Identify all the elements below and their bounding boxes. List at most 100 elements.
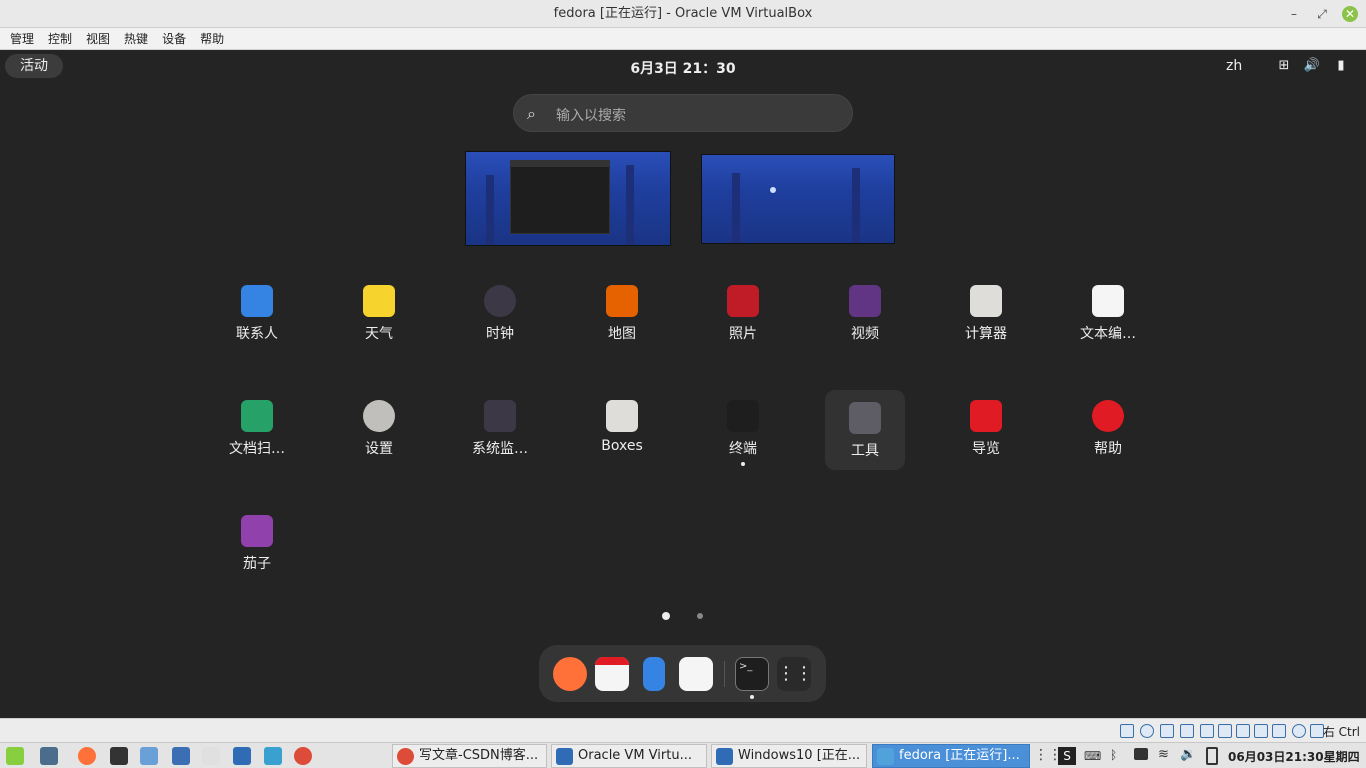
- app-text-editor[interactable]: 文本编…: [1048, 273, 1168, 355]
- files-launcher-icon[interactable]: [140, 747, 158, 765]
- clock-icon: [484, 285, 516, 317]
- wifi-icon[interactable]: ≋: [1158, 747, 1169, 762]
- app-utilities-folder[interactable]: 工具: [825, 390, 905, 470]
- page-indicator-active[interactable]: [662, 612, 670, 620]
- app-label: 系统监…: [472, 441, 528, 457]
- minimize-button[interactable]: –: [1286, 6, 1302, 22]
- speaker-icon[interactable]: 🔉: [1180, 747, 1196, 762]
- app-label: 茄子: [243, 556, 271, 572]
- vt-x-icon[interactable]: [1272, 724, 1286, 738]
- battery-tray-icon[interactable]: [1206, 747, 1218, 765]
- java-launcher-icon[interactable]: [202, 747, 220, 765]
- firefox-icon[interactable]: [553, 657, 587, 691]
- app-label: 文本编…: [1080, 326, 1136, 342]
- windows-vm-launcher-icon[interactable]: [233, 747, 251, 765]
- maps-icon: [606, 285, 638, 317]
- menu-help[interactable]: 帮助: [200, 28, 224, 49]
- firefox-launcher-icon[interactable]: [78, 747, 96, 765]
- menu-hotkeys[interactable]: 热键: [124, 28, 148, 49]
- input-language-indicator[interactable]: zh: [1226, 58, 1242, 74]
- restore-button[interactable]: ⤢: [1314, 6, 1330, 22]
- close-button[interactable]: ✕: [1342, 6, 1358, 22]
- task-fedora-vm[interactable]: fedora [正在运行]...: [872, 744, 1030, 768]
- terminal-window-thumbnail[interactable]: [510, 160, 610, 234]
- workspace-thumbnail-2[interactable]: [701, 154, 895, 244]
- show-desktop-icon[interactable]: [40, 747, 58, 765]
- calendar-icon[interactable]: [595, 657, 629, 691]
- app-label: 设置: [365, 441, 393, 457]
- system-clock[interactable]: 06月03日21:30星期四: [1228, 748, 1360, 765]
- usb-icon[interactable]: [1200, 724, 1214, 738]
- app-label: 终端: [729, 441, 757, 457]
- mint-menu-icon[interactable]: [6, 747, 24, 765]
- terminal-launcher-icon[interactable]: [110, 747, 128, 765]
- fedora-launcher-icon[interactable]: [172, 747, 190, 765]
- dock-separator: [724, 661, 725, 687]
- app-photos[interactable]: 照片: [683, 273, 803, 355]
- search-icon: ⌕: [527, 104, 536, 123]
- mouse-integration-icon[interactable]: [1292, 724, 1306, 738]
- task-virtualbox[interactable]: Oracle VM Virtu...: [551, 744, 707, 768]
- activities-button[interactable]: 活动: [5, 54, 63, 78]
- app-weather[interactable]: 天气: [319, 273, 439, 355]
- display-icon[interactable]: [1236, 724, 1250, 738]
- ime-indicator[interactable]: S: [1058, 747, 1076, 765]
- optical-drive-icon[interactable]: [1140, 724, 1154, 738]
- workspace-thumbnail-1[interactable]: [465, 151, 671, 246]
- app-videos[interactable]: 视频: [805, 273, 925, 355]
- app-label: 天气: [365, 326, 393, 342]
- search-box[interactable]: ⌕ 输入以搜索: [513, 94, 853, 132]
- terminal-icon[interactable]: >_: [735, 657, 769, 691]
- gnome-clock[interactable]: 6月3日 21：30: [583, 58, 783, 78]
- app-calculator[interactable]: 计算器: [926, 273, 1046, 355]
- dash-dock: >_ ⋮⋮: [539, 645, 826, 702]
- search-placeholder: 输入以搜索: [556, 108, 626, 124]
- app-maps[interactable]: 地图: [562, 273, 682, 355]
- page-indicator[interactable]: [697, 613, 703, 619]
- app-cheese[interactable]: 茄子: [197, 503, 317, 585]
- app-document-scanner[interactable]: 文档扫…: [197, 388, 317, 470]
- menu-manage[interactable]: 管理: [10, 28, 34, 49]
- network-icon[interactable]: ⊞: [1275, 58, 1293, 74]
- task-label: 写文章-CSDN博客...: [419, 748, 539, 763]
- videos-icon: [849, 285, 881, 317]
- network-adapter-icon[interactable]: [1180, 724, 1194, 738]
- app-label: 文档扫…: [229, 441, 285, 457]
- running-indicator: [750, 695, 754, 699]
- terminal-icon: [727, 400, 759, 432]
- app-contacts[interactable]: 联系人: [197, 273, 317, 355]
- app-system-monitor[interactable]: 系统监…: [440, 388, 560, 470]
- shared-folders-icon[interactable]: [1218, 724, 1232, 738]
- app-settings[interactable]: 设置: [319, 388, 439, 470]
- app-boxes[interactable]: Boxes: [562, 388, 682, 470]
- hdd-icon[interactable]: [1120, 724, 1134, 738]
- display-tray-icon[interactable]: [1134, 748, 1148, 760]
- software-icon[interactable]: [679, 657, 713, 691]
- phone-icon[interactable]: [643, 657, 665, 691]
- battery-icon[interactable]: ▮: [1332, 58, 1350, 74]
- fedora-icon: [877, 748, 894, 765]
- virtualbox-launcher-icon[interactable]: [264, 747, 282, 765]
- bluetooth-icon[interactable]: ᛒ: [1110, 748, 1117, 762]
- menu-control[interactable]: 控制: [48, 28, 72, 49]
- audio-icon[interactable]: [1160, 724, 1174, 738]
- menu-devices[interactable]: 设备: [162, 28, 186, 49]
- photos-icon: [727, 285, 759, 317]
- settings-icon: [363, 400, 395, 432]
- app-grid-icon[interactable]: ⋮⋮: [777, 657, 813, 691]
- system-monitor-icon: [484, 400, 516, 432]
- app-tour-balloon[interactable]: 导览: [926, 388, 1046, 470]
- app-clock[interactable]: 时钟: [440, 273, 560, 355]
- window-title: fedora [正在运行] - Oracle VM VirtualBox: [553, 6, 813, 21]
- keyboard-icon[interactable]: ⌨: [1084, 749, 1101, 763]
- volume-icon[interactable]: 🔊: [1303, 58, 1321, 74]
- task-chrome[interactable]: 写文章-CSDN博客...: [392, 744, 547, 768]
- task-windows-vm[interactable]: Windows10 [正在...: [711, 744, 867, 768]
- app-terminal[interactable]: 终端: [683, 388, 803, 470]
- video-capture-icon[interactable]: [1254, 724, 1268, 738]
- menu-view[interactable]: 视图: [86, 28, 110, 49]
- weather-icon: [363, 285, 395, 317]
- app-help-lifebuoy[interactable]: 帮助: [1048, 388, 1168, 470]
- chrome-launcher-icon[interactable]: [294, 747, 312, 765]
- task-label: fedora [正在运行]...: [899, 748, 1020, 763]
